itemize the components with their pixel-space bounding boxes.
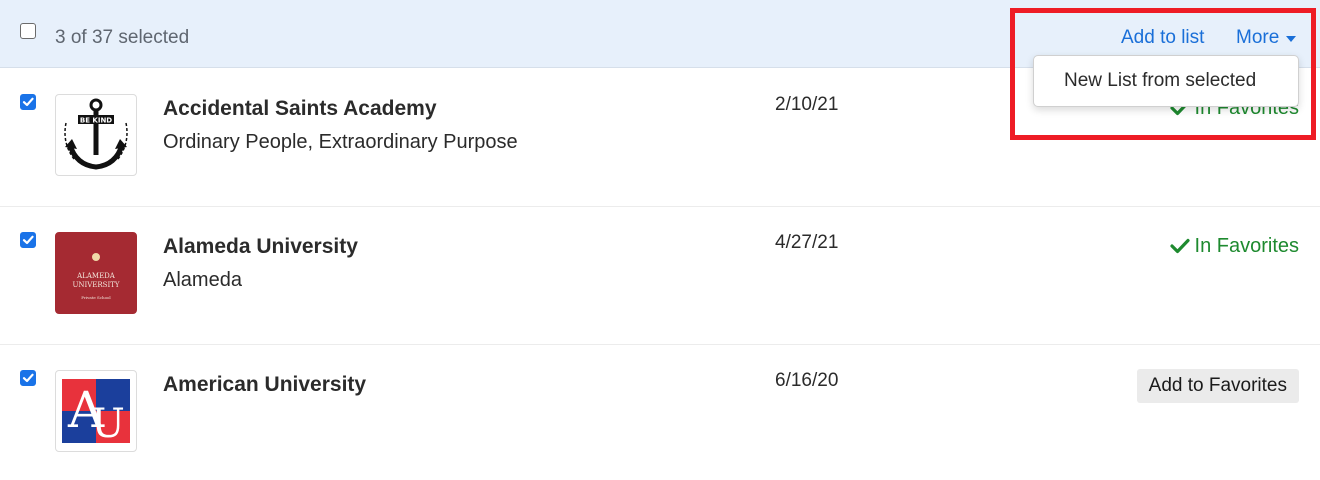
- institution-subtitle: Alameda: [163, 269, 242, 291]
- row-date: 6/16/20: [775, 370, 839, 391]
- institution-name[interactable]: Alameda University: [163, 235, 358, 259]
- row-date: 4/27/21: [775, 232, 839, 253]
- row-checkbox[interactable]: [20, 232, 36, 248]
- anchor-logo: BE KIND: [55, 94, 137, 176]
- list-item: A U American University 6/16/20 Add to F…: [0, 345, 1320, 480]
- favorite-status-label: In Favorites: [1194, 235, 1299, 257]
- add-to-favorites-button[interactable]: Add to Favorites: [1136, 369, 1299, 403]
- caret-down-icon: [1285, 27, 1297, 49]
- more-menu-button[interactable]: More: [1236, 27, 1297, 49]
- alameda-logo-line2: UNIVERSITY: [72, 281, 119, 289]
- au-logo: A U: [55, 370, 137, 452]
- checkmark-icon: [1169, 238, 1190, 254]
- alameda-logo: ALAMEDA UNIVERSITY Private School: [55, 232, 137, 314]
- select-all-checkbox[interactable]: [20, 23, 36, 39]
- row-checkbox[interactable]: [20, 94, 36, 110]
- anchor-logo-banner: BE KIND: [80, 117, 112, 125]
- alameda-logo-line1: ALAMEDA: [76, 272, 116, 280]
- add-to-list-link[interactable]: Add to list: [1121, 27, 1204, 49]
- new-list-from-selected-item[interactable]: New List from selected: [1064, 70, 1256, 92]
- favorite-status: In Favorites: [1169, 235, 1299, 258]
- more-label: More: [1236, 27, 1280, 49]
- au-logo-letter-u: U: [91, 401, 125, 447]
- institution-subtitle: Ordinary People, Extraordinary Purpose: [163, 131, 518, 153]
- institution-name[interactable]: Accidental Saints Academy: [163, 97, 437, 121]
- alameda-logo-line3: Private School: [81, 295, 111, 300]
- more-dropdown-menu: New List from selected: [1033, 55, 1299, 107]
- row-checkbox[interactable]: [20, 370, 36, 386]
- institution-name[interactable]: American University: [163, 373, 366, 397]
- selection-count: 3 of 37 selected: [55, 27, 190, 48]
- list-item: ALAMEDA UNIVERSITY Private School Alamed…: [0, 207, 1320, 345]
- row-date: 2/10/21: [775, 94, 839, 115]
